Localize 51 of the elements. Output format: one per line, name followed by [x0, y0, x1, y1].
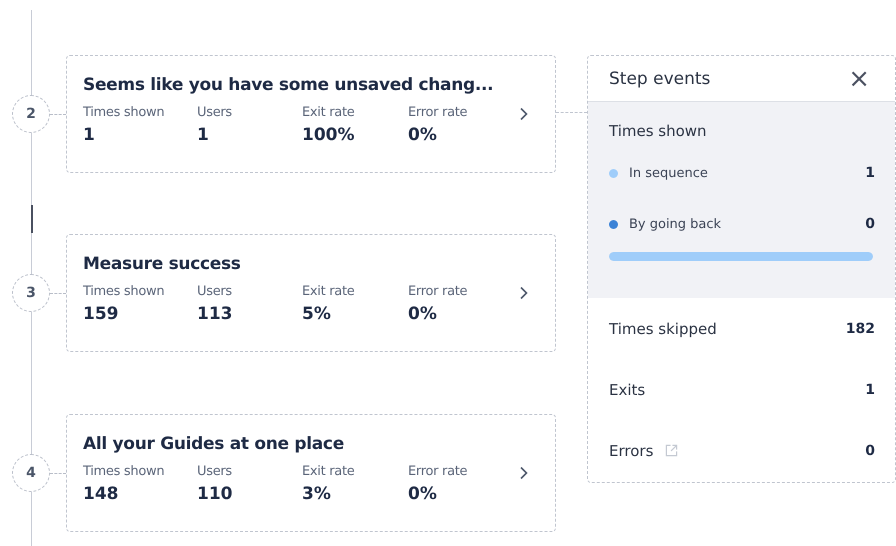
metric-value: 3%: [302, 484, 332, 504]
step-title: Seems like you have some unsaved chang...: [83, 75, 494, 95]
legend-label: In sequence: [629, 166, 709, 180]
event-value: 182: [846, 320, 875, 336]
metric-value: 110: [197, 484, 234, 504]
step-card[interactable]: Seems like you have some unsaved chang... Times shown 1 Users 1 Exit rate 100% Error rate 0%: [66, 55, 556, 173]
metric-value: 1: [83, 125, 96, 145]
metric-label: Times shown: [83, 464, 166, 479]
close-button[interactable]: ×: [842, 66, 876, 92]
step-card[interactable]: Measure success Times shown 159 Users 113 Exit rate 5% Error rate 0%: [66, 234, 556, 352]
legend-value: 1: [865, 165, 875, 181]
metric-label: Exit rate: [302, 105, 356, 120]
event-label: Times skipped: [609, 320, 717, 338]
section-label: Times shown: [609, 122, 708, 140]
event-value: 0: [865, 442, 875, 458]
metric-label: Users: [197, 105, 233, 120]
panel-title: Step events: [609, 68, 710, 88]
metric-value: 0%: [408, 304, 438, 324]
metric-value: 5%: [302, 304, 332, 324]
chevron-right-icon: [519, 286, 529, 300]
timeline-marker: [31, 205, 33, 233]
metric-value: 148: [83, 484, 120, 504]
metric-value: 159: [83, 304, 120, 324]
metric-label: Users: [197, 284, 233, 299]
step-card[interactable]: All your Guides at one place Times shown 148 Users 110 Exit rate 3% Error rate 0%: [66, 414, 556, 532]
metric-label: Users: [197, 464, 233, 479]
event-label: Errors: [609, 442, 654, 460]
metric-label: Error rate: [408, 464, 468, 479]
step-title: All your Guides at one place: [83, 434, 345, 454]
metric-label: Error rate: [408, 284, 468, 299]
external-link-icon[interactable]: [665, 444, 678, 457]
legend-label: By going back: [629, 216, 722, 232]
step-number: 4: [12, 454, 50, 492]
metric-label: Times shown: [83, 105, 166, 120]
metric-value: 1: [197, 125, 210, 145]
step-number: 3: [12, 274, 50, 312]
metric-label: Exit rate: [302, 464, 356, 479]
metric-label: Error rate: [408, 105, 468, 120]
metric-value: 0%: [408, 125, 438, 145]
event-label: Exits: [609, 380, 646, 398]
chevron-right-icon: [519, 466, 529, 480]
metric-value: 0%: [408, 484, 438, 504]
step-title: Measure success: [83, 254, 242, 274]
metric-label: Exit rate: [302, 284, 356, 299]
metric-value: 100%: [302, 125, 356, 145]
chevron-right-icon: [519, 107, 529, 121]
legend-value: 0: [865, 216, 875, 232]
metric-label: Times shown: [83, 284, 166, 299]
event-value: 1: [865, 382, 875, 398]
step-number: 2: [12, 95, 50, 133]
metric-value: 113: [197, 304, 234, 324]
